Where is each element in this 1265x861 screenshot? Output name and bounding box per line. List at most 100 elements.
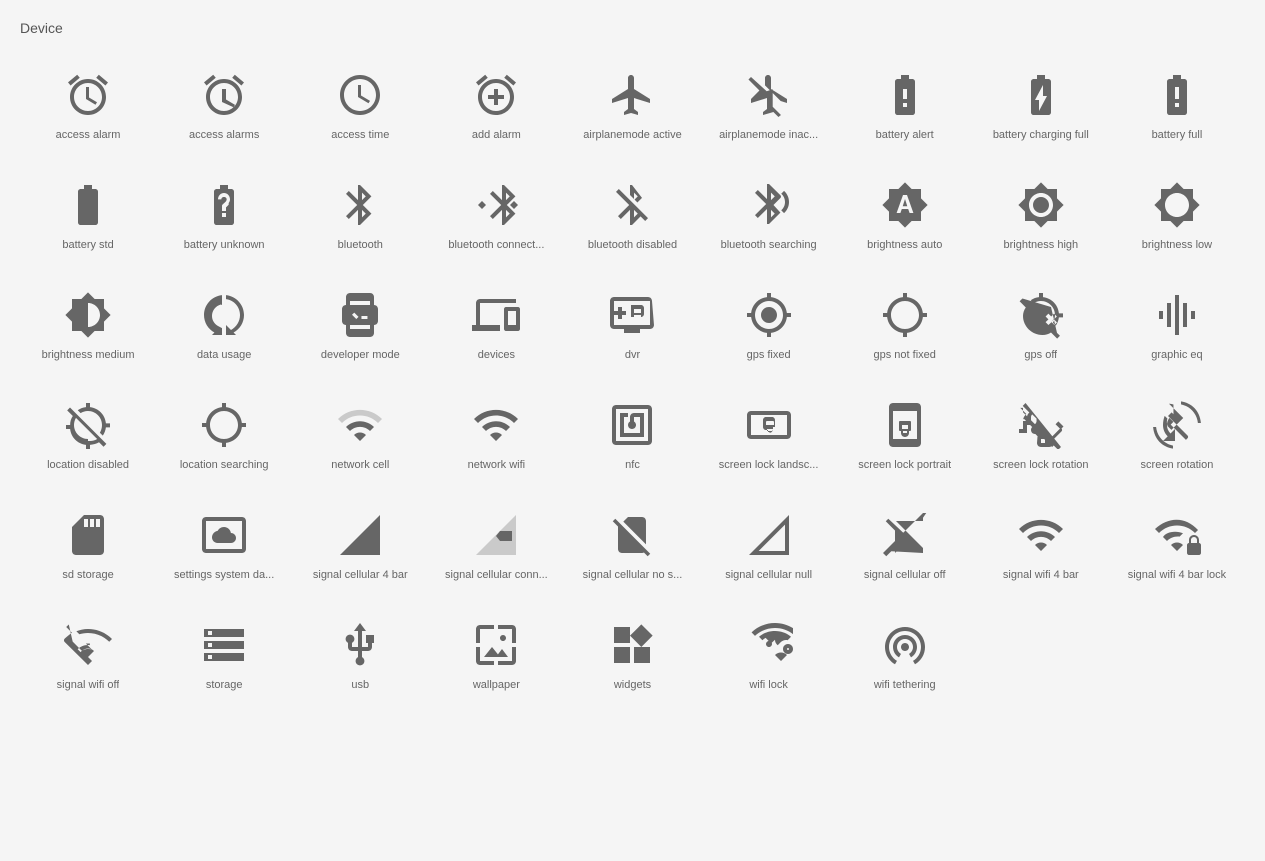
icon-data-usage[interactable]: data usage — [156, 276, 292, 376]
icon-developer-mode[interactable]: developer mode — [292, 276, 428, 376]
icon-label-access-time: access time — [331, 129, 389, 141]
icon-bluetooth-disabled[interactable]: bluetooth disabled — [564, 166, 700, 266]
icon-screen-lock-landscape[interactable]: screen lock landsc... — [701, 386, 837, 486]
icon-label-airplanemode-active: airplanemode active — [583, 129, 681, 141]
icon-label-access-alarms: access alarms — [189, 129, 259, 141]
icon-label-signal-wifi-4-bar: signal wifi 4 bar — [1003, 569, 1079, 581]
icon-label-settings-system-daydream: settings system da... — [174, 569, 274, 581]
icon-label-screen-rotation: screen rotation — [1141, 459, 1214, 471]
icon-access-alarm[interactable]: access alarm — [20, 56, 156, 156]
icon-label-bluetooth: bluetooth — [338, 239, 383, 251]
icon-label-signal-wifi-4-bar-lock: signal wifi 4 bar lock — [1128, 569, 1226, 581]
icon-bluetooth-connected[interactable]: bluetooth connect... — [428, 166, 564, 266]
icon-label-brightness-high: brightness high — [1004, 239, 1079, 251]
icon-network-cell[interactable]: network cell — [292, 386, 428, 486]
icon-access-time[interactable]: access time — [292, 56, 428, 156]
section-title: Device — [20, 20, 1245, 36]
icon-label-network-cell: network cell — [331, 459, 389, 471]
icon-label-brightness-auto: brightness auto — [867, 239, 942, 251]
icon-label-brightness-medium: brightness medium — [42, 349, 135, 361]
icon-label-add-alarm: add alarm — [472, 129, 521, 141]
icon-gps-not-fixed[interactable]: gps not fixed — [837, 276, 973, 376]
icon-battery-charging-full[interactable]: battery charging full — [973, 56, 1109, 156]
icon-label-wifi-tethering: wifi tethering — [874, 679, 936, 691]
icon-screen-lock-rotation[interactable]: screen lock rotation — [973, 386, 1109, 486]
icon-gps-off[interactable]: gps off — [973, 276, 1109, 376]
icon-signal-wifi-off[interactable]: signal wifi off — [20, 606, 156, 706]
icon-signal-cellular-off[interactable]: signal cellular off — [837, 496, 973, 596]
icon-bluetooth-searching[interactable]: bluetooth searching — [701, 166, 837, 266]
icon-label-devices: devices — [478, 349, 515, 361]
icon-label-battery-unknown: battery unknown — [184, 239, 265, 251]
icon-label-screen-lock-portrait: screen lock portrait — [858, 459, 951, 471]
icon-signal-cellular-no-sim[interactable]: signal cellular no s... — [564, 496, 700, 596]
icon-battery-alert[interactable]: battery alert — [837, 56, 973, 156]
icon-label-gps-not-fixed: gps not fixed — [874, 349, 936, 361]
icon-grid: access alarm access alarms access time a… — [20, 56, 1245, 706]
icon-signal-cellular-null[interactable]: signal cellular null — [701, 496, 837, 596]
icon-label-signal-cellular-no-sim: signal cellular no s... — [583, 569, 683, 581]
icon-wifi-lock[interactable]: wifi lock — [701, 606, 837, 706]
icon-gps-fixed[interactable]: gps fixed — [701, 276, 837, 376]
icon-wallpaper[interactable]: wallpaper — [428, 606, 564, 706]
icon-label-wallpaper: wallpaper — [473, 679, 520, 691]
icon-signal-wifi-4-bar-lock[interactable]: signal wifi 4 bar lock — [1109, 496, 1245, 596]
icon-dvr[interactable]: dvr — [564, 276, 700, 376]
icon-label-gps-off: gps off — [1024, 349, 1057, 361]
icon-network-wifi[interactable]: network wifi — [428, 386, 564, 486]
icon-location-disabled[interactable]: location disabled — [20, 386, 156, 486]
icon-signal-cellular-connected[interactable]: signal cellular conn... — [428, 496, 564, 596]
icon-label-network-wifi: network wifi — [468, 459, 525, 471]
icon-airplanemode-active[interactable]: airplanemode active — [564, 56, 700, 156]
icon-label-battery-std: battery std — [62, 239, 113, 251]
icon-label-screen-lock-rotation: screen lock rotation — [993, 459, 1088, 471]
icon-widgets[interactable]: widgets — [564, 606, 700, 706]
icon-battery-unknown[interactable]: battery unknown — [156, 166, 292, 266]
icon-label-nfc: nfc — [625, 459, 640, 471]
icon-label-bluetooth-connected: bluetooth connect... — [448, 239, 544, 251]
icon-battery-std[interactable]: battery std — [20, 166, 156, 266]
icon-label-access-alarm: access alarm — [56, 129, 121, 141]
icon-signal-wifi-4-bar[interactable]: signal wifi 4 bar — [973, 496, 1109, 596]
icon-label-battery-full: battery full — [1152, 129, 1203, 141]
icon-brightness-auto[interactable]: brightness auto — [837, 166, 973, 266]
icon-label-signal-cellular-off: signal cellular off — [864, 569, 946, 581]
icon-screen-lock-portrait[interactable]: screen lock portrait — [837, 386, 973, 486]
icon-add-alarm[interactable]: add alarm — [428, 56, 564, 156]
icon-bluetooth[interactable]: bluetooth — [292, 166, 428, 266]
icon-brightness-high[interactable]: brightness high — [973, 166, 1109, 266]
icon-label-dvr: dvr — [625, 349, 640, 361]
icon-brightness-medium[interactable]: brightness medium — [20, 276, 156, 376]
icon-airplanemode-inactive[interactable]: airplanemode inac... — [701, 56, 837, 156]
icon-label-location-disabled: location disabled — [47, 459, 129, 471]
icon-settings-system-daydream[interactable]: settings system da... — [156, 496, 292, 596]
icon-devices[interactable]: devices — [428, 276, 564, 376]
icon-label-graphic-eq: graphic eq — [1151, 349, 1202, 361]
icon-signal-cellular-4-bar[interactable]: signal cellular 4 bar — [292, 496, 428, 596]
icon-nfc[interactable]: nfc — [564, 386, 700, 486]
icon-graphic-eq[interactable]: graphic eq — [1109, 276, 1245, 376]
icon-sd-storage[interactable]: sd storage — [20, 496, 156, 596]
icon-label-airplanemode-inactive: airplanemode inac... — [719, 129, 818, 141]
icon-label-wifi-lock: wifi lock — [749, 679, 788, 691]
icon-label-storage: storage — [206, 679, 243, 691]
icon-label-signal-wifi-off: signal wifi off — [57, 679, 120, 691]
icon-battery-full[interactable]: battery full — [1109, 56, 1245, 156]
icon-screen-rotation[interactable]: screen rotation — [1109, 386, 1245, 486]
icon-wifi-tethering[interactable]: wifi tethering — [837, 606, 973, 706]
icon-label-signal-cellular-connected: signal cellular conn... — [445, 569, 548, 581]
icon-location-searching[interactable]: location searching — [156, 386, 292, 486]
icon-label-bluetooth-searching: bluetooth searching — [721, 239, 817, 251]
icon-label-developer-mode: developer mode — [321, 349, 400, 361]
icon-storage[interactable]: storage — [156, 606, 292, 706]
icon-label-battery-alert: battery alert — [876, 129, 934, 141]
icon-usb[interactable]: usb — [292, 606, 428, 706]
icon-label-data-usage: data usage — [197, 349, 251, 361]
icon-label-screen-lock-landscape: screen lock landsc... — [719, 459, 819, 471]
icon-label-brightness-low: brightness low — [1142, 239, 1212, 251]
icon-label-usb: usb — [351, 679, 369, 691]
icon-access-alarms[interactable]: access alarms — [156, 56, 292, 156]
icon-label-gps-fixed: gps fixed — [747, 349, 791, 361]
icon-brightness-low[interactable]: brightness low — [1109, 166, 1245, 266]
icon-label-bluetooth-disabled: bluetooth disabled — [588, 239, 677, 251]
